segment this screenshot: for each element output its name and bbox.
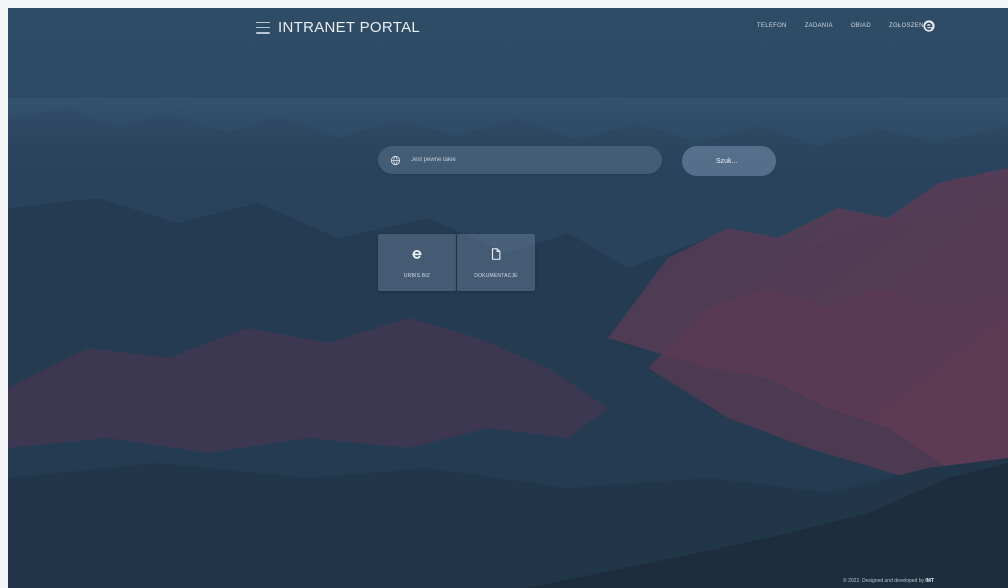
footer: © 2022. Designed and developed by IMT xyxy=(843,578,934,584)
browser-e-icon[interactable] xyxy=(922,19,936,33)
page: INTRANET PORTAL TELEFON ZADANIA OBIAD ZG… xyxy=(0,0,1008,588)
search-input[interactable] xyxy=(409,156,633,164)
search-box[interactable] xyxy=(378,146,662,174)
tile-label: DOKUMENTACJE xyxy=(474,273,518,279)
nav-item-zadania[interactable]: ZADANIA xyxy=(805,23,833,29)
top-bar: INTRANET PORTAL TELEFON ZADANIA OBIAD ZG… xyxy=(8,8,1008,48)
left-edge xyxy=(0,0,8,588)
footer-text: © 2022. Designed and developed by xyxy=(843,578,924,584)
tile-dokumentacje[interactable]: DOKUMENTACJE xyxy=(457,234,535,291)
hamburger-menu-icon[interactable] xyxy=(256,21,270,34)
nav-item-telefon[interactable]: TELEFON xyxy=(757,23,787,29)
nav-item-obiad[interactable]: OBIAD xyxy=(851,23,871,29)
top-nav: TELEFON ZADANIA OBIAD ZGŁOSZENIA xyxy=(757,23,930,29)
top-edge xyxy=(0,0,1008,8)
tile-label: URBIS.BIZ xyxy=(403,273,431,279)
tile-urbis[interactable]: URBIS.BIZ xyxy=(378,234,456,291)
search-button[interactable]: Szuk... xyxy=(682,146,776,176)
footer-author[interactable]: IMT xyxy=(925,578,934,584)
brand-title: INTRANET PORTAL xyxy=(278,19,421,36)
mountain-svg xyxy=(8,8,1008,588)
document-icon xyxy=(491,248,501,260)
search-globe-icon xyxy=(390,155,401,165)
browser-e-icon xyxy=(412,249,422,259)
brand[interactable]: INTRANET PORTAL xyxy=(256,19,420,36)
mountain-background xyxy=(8,8,1008,588)
